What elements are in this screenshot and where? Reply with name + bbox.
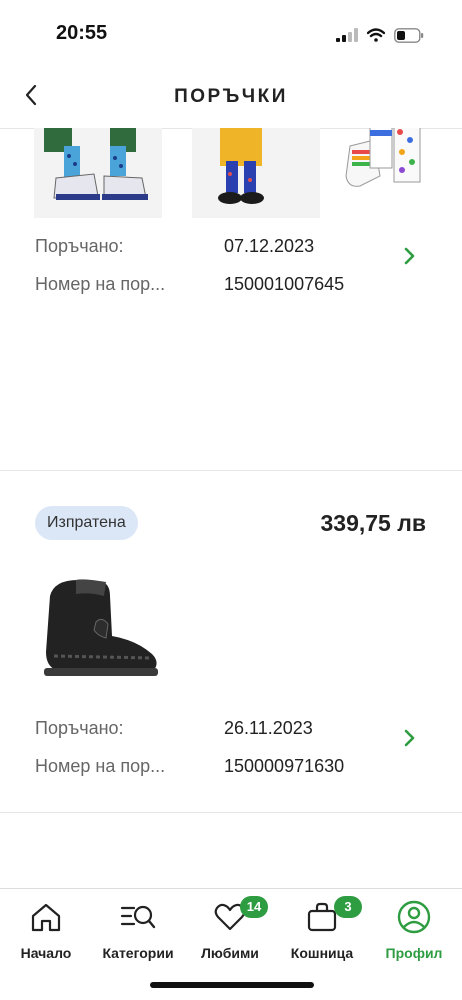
order-number: 150001007645 [224, 274, 345, 294]
order-number: 150000971630 [224, 756, 345, 776]
order-number-label: Номер на пор... [35, 274, 166, 294]
order-card[interactable]: Поръчано: 07.12.2023 Номер на пор... 150… [0, 128, 462, 471]
ordered-date: 26.11.2023 [224, 718, 313, 738]
battery-icon [394, 27, 424, 43]
ordered-label: Поръчано: [35, 236, 124, 256]
status-icons [336, 25, 424, 45]
home-icon [31, 903, 61, 932]
favorites-count-badge: 14 [240, 896, 268, 918]
header: ПОРЪЧКИ [0, 66, 462, 129]
orders-list[interactable]: Поръчано: 07.12.2023 Номер на пор... 150… [0, 128, 462, 888]
categories-search-icon [120, 905, 156, 929]
product-image-black-boot [44, 579, 158, 676]
ordered-date: 07.12.2023 [224, 236, 315, 256]
order-card[interactable]: Изпратена 339,75 лв Поръчано: 26.11.2023… [0, 470, 462, 813]
page-title: ПОРЪЧКИ [174, 86, 288, 107]
nav-profile[interactable]: Профил [368, 899, 460, 965]
chevron-right-icon [404, 729, 415, 747]
status-badge: Изпратена [35, 506, 138, 540]
nav-favorites[interactable]: 14 Любими [184, 896, 276, 965]
profile-icon [397, 900, 431, 934]
order-total: 339,75 лв [320, 510, 427, 536]
status-time: 20:55 [56, 22, 108, 44]
nav-categories[interactable]: Категории [92, 899, 184, 965]
nav-home[interactable]: Начало [0, 899, 92, 965]
wifi-icon [367, 28, 385, 42]
nav-label: Любими [201, 945, 259, 961]
product-thumbnail[interactable] [192, 128, 320, 218]
nav-label: Профил [385, 945, 443, 961]
product-thumbnail[interactable] [36, 566, 162, 692]
product-thumbnail[interactable] [340, 128, 430, 218]
order-details-button[interactable] [400, 726, 420, 750]
nav-label: Начало [20, 945, 72, 961]
product-image-yellow-dress-socks [218, 128, 264, 204]
chevron-right-icon [404, 247, 415, 265]
screen: 20:55 ПОРЪЧКИ Поръчано: 07.12.2023 Номер… [0, 0, 462, 1000]
product-image-sock-pack [345, 128, 421, 187]
home-indicator[interactable] [150, 982, 314, 988]
product-image-socks-sneakers [44, 128, 148, 200]
order-details-button[interactable] [400, 244, 420, 268]
nav-label: Категории [102, 945, 174, 961]
ordered-label: Поръчано: [35, 718, 124, 738]
nav-label: Кошница [290, 945, 354, 961]
order-number-label: Номер на пор... [35, 756, 166, 776]
product-thumbnail[interactable] [34, 128, 162, 218]
status-bar: 20:55 [0, 0, 462, 60]
cart-count-badge: 3 [334, 896, 362, 918]
nav-cart[interactable]: 3 Кошница [276, 896, 368, 965]
signal-icon [336, 28, 358, 42]
